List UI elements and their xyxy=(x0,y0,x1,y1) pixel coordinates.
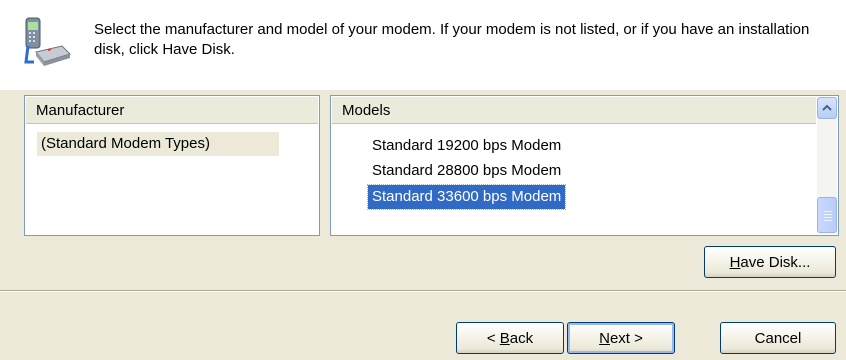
scroll-thumb[interactable] xyxy=(817,197,837,233)
chevron-up-icon xyxy=(822,104,832,111)
cancel-button[interactable]: Cancel xyxy=(720,322,836,354)
back-label: ack xyxy=(509,329,534,347)
models-column-header[interactable]: Models xyxy=(332,97,816,124)
model-item-19200[interactable]: Standard 19200 bps Modem xyxy=(368,134,565,158)
wizard-header: Select the manufacturer and model of you… xyxy=(0,0,846,90)
scroll-up-button[interactable] xyxy=(817,97,837,119)
have-disk-label: ave Disk... xyxy=(740,253,811,271)
next-mnemonic: N xyxy=(599,329,610,347)
back-mnemonic: B xyxy=(499,329,510,347)
models-list[interactable]: Models Standard 19200 bps Modem Standard… xyxy=(330,95,839,236)
model-item-33600-selected[interactable]: Standard 33600 bps Modem xyxy=(366,184,567,210)
modem-phone-icon xyxy=(22,16,72,68)
have-disk-mnemonic: H xyxy=(729,253,741,271)
manufacturer-item-standard-modem-types[interactable]: (Standard Modem Types) xyxy=(37,132,279,156)
next-button[interactable]: Next > xyxy=(567,322,675,354)
cancel-label: Cancel xyxy=(754,329,802,347)
next-label: ext > xyxy=(609,329,643,347)
back-prefix: < xyxy=(486,329,500,347)
manufacturer-column-header[interactable]: Manufacturer xyxy=(26,97,318,124)
manufacturer-list[interactable]: Manufacturer (Standard Modem Types) xyxy=(24,95,320,236)
header-instruction-text: Select the manufacturer and model of you… xyxy=(94,21,810,58)
have-disk-button[interactable]: Have Disk... xyxy=(704,246,836,278)
models-scrollbar[interactable] xyxy=(817,97,837,234)
model-item-28800[interactable]: Standard 28800 bps Modem xyxy=(368,159,565,183)
back-button[interactable]: < Back xyxy=(456,322,564,354)
